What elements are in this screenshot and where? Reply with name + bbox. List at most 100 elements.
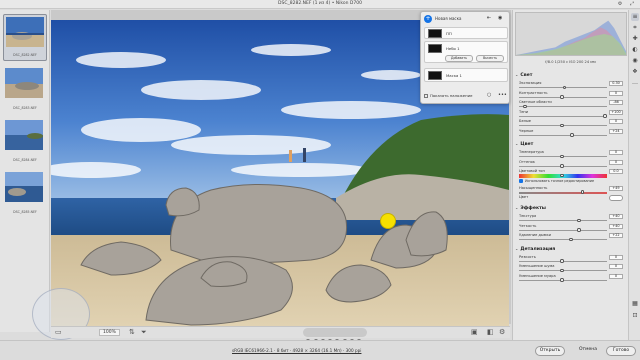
slider-track[interactable] (519, 239, 607, 240)
slider-handle[interactable] (560, 278, 564, 282)
done-button[interactable]: Готово (606, 346, 636, 356)
filter-icon[interactable]: ⏷ (141, 328, 147, 337)
heal-tool-icon[interactable]: ✚ (631, 35, 639, 43)
mask-thumbnail (428, 44, 442, 53)
visibility-eye-icon[interactable]: ◉ (498, 15, 502, 21)
slider-label: Уменьшение шума (519, 264, 555, 268)
settings-gear-icon[interactable]: ⚙ (618, 1, 622, 7)
crop-tool-icon[interactable]: ⌗ (631, 24, 639, 32)
slider-value-field[interactable]: 0 (609, 254, 623, 260)
slider-value-field[interactable]: 0 (609, 119, 623, 124)
slider-value-field[interactable]: 0 (609, 264, 623, 269)
edit-tool-icon[interactable]: ≡ (631, 13, 639, 21)
slider-value-field[interactable]: +40 (609, 214, 623, 219)
slider-handle[interactable] (562, 85, 567, 89)
slider-handle[interactable] (603, 114, 607, 118)
add-mask-button[interactable]: + (424, 15, 432, 23)
open-button[interactable]: Открыть (535, 346, 565, 356)
slider-value-field[interactable]: 0.0 (609, 169, 623, 174)
slider-handle[interactable] (560, 259, 564, 263)
snapshot-icon[interactable]: ⊡ (631, 312, 639, 320)
slider-value-field[interactable]: +40 (609, 223, 623, 229)
slider-row: Оттенок 0 (519, 159, 623, 169)
slider-value-field[interactable]: 0 (609, 273, 623, 279)
mask-row[interactable]: Небо 1 Добавить Вычесть (424, 41, 508, 63)
overlay-checkbox[interactable] (424, 94, 428, 98)
filmstrip-thumb[interactable]: DSC_8285.NEF (3, 170, 47, 217)
slider-track[interactable] (519, 220, 607, 221)
slider-handle[interactable] (523, 104, 527, 108)
section-header-light[interactable]: ⌄ Свет (515, 72, 623, 78)
fine-adjust-checkbox[interactable]: Использовать точное редактирование (519, 178, 623, 185)
before-after-icon[interactable]: ▣ (471, 328, 478, 336)
slider-handle[interactable] (560, 154, 564, 158)
settings-icon[interactable]: ⚙ (499, 328, 505, 336)
slider-value-field[interactable]: 0 (609, 150, 623, 155)
mask-row[interactable]: ПП (424, 27, 508, 39)
section-header-detail[interactable]: ⌄ Детализация (515, 246, 623, 252)
add-to-mask-button[interactable]: Добавить (445, 55, 473, 62)
filmstrip-thumb[interactable]: DSC_8283.NEF (3, 66, 47, 113)
section-header-color[interactable]: ⌄ Цвет (515, 141, 623, 147)
mask-row[interactable]: Маска 1 (424, 68, 508, 82)
slider-value-field[interactable]: +49 (609, 185, 623, 191)
fullscreen-icon[interactable]: ⤢ (630, 1, 634, 7)
rating-dots[interactable] (303, 328, 367, 343)
subtract-from-mask-button[interactable]: Вычесть (476, 55, 504, 62)
collapse-icon[interactable]: ⇤ (487, 15, 491, 21)
more-tool-icon[interactable]: … (631, 79, 639, 87)
slider-track[interactable] (519, 115, 607, 117)
slider-handle[interactable] (580, 190, 585, 194)
slider-handle[interactable] (560, 268, 564, 272)
grid-toggle-icon[interactable]: ▦ (631, 300, 639, 308)
compare-icon[interactable]: ◧ (487, 328, 494, 336)
sort-icon[interactable]: ⇅ (129, 328, 135, 336)
section-header-effects[interactable]: ⌄ Эффекты (515, 205, 623, 211)
slider-value-field[interactable]: +24 (609, 128, 623, 134)
slider-value-field[interactable]: 0.30 (609, 81, 623, 86)
slider-row: Тени +100 (519, 109, 623, 119)
chevron-down-icon[interactable]: ⌄ (515, 141, 518, 146)
presets-tool-icon[interactable]: ❖ (631, 68, 639, 76)
checkbox-checked-icon[interactable] (519, 178, 523, 183)
slider-handle[interactable] (560, 173, 564, 177)
slider-track[interactable] (519, 134, 607, 136)
filmstrip-thumb[interactable]: DSC_8284.NEF (3, 118, 47, 165)
slider-handle[interactable] (570, 133, 574, 137)
section-title: Детализация (520, 246, 556, 252)
slider-handle[interactable] (569, 237, 573, 241)
filmstrip-thumb[interactable]: DSC_8282.NEF (3, 14, 47, 61)
filmstrip-toggle-icon[interactable]: ▭ (55, 328, 62, 336)
zoom-level[interactable]: 100% (99, 329, 120, 336)
slider-track[interactable] (519, 106, 607, 107)
chevron-down-icon[interactable]: ⌄ (515, 246, 518, 251)
adjustments-scroll[interactable]: ⌄ Свет Экспозиция 0.30 Контрастность 0 Светлые… (515, 70, 627, 338)
slider-handle[interactable] (577, 218, 581, 222)
slider-value-field[interactable]: +22 (609, 233, 623, 238)
slider-handle[interactable] (560, 164, 564, 168)
slider-value-field[interactable]: 0 (609, 159, 623, 165)
slider-handle[interactable] (560, 95, 564, 99)
slider-track[interactable] (519, 191, 607, 194)
chevron-down-icon[interactable]: ⌄ (515, 205, 518, 210)
color-swatch[interactable] (609, 195, 623, 201)
slider-value-field[interactable]: 0 (609, 90, 623, 96)
overlay-color-icon[interactable]: ○ (487, 92, 491, 98)
slider-handle[interactable] (560, 123, 564, 127)
more-options-icon[interactable]: ••• (498, 92, 507, 98)
section-title: Свет (520, 73, 533, 78)
cancel-button[interactable]: Отмена (574, 346, 602, 356)
slider-value-field[interactable]: +100 (609, 109, 623, 115)
slider-track[interactable] (519, 229, 607, 231)
mask-tool-icon[interactable]: ◐ (631, 46, 639, 54)
slider-value-field[interactable]: -86 (609, 100, 623, 105)
edit-panel: f/8.0 1/250 с ISO 200 24 мм ⌄ Свет Экспози… (512, 10, 628, 340)
slider-row: Текстура +40 (519, 214, 623, 223)
redeye-tool-icon[interactable]: ◉ (631, 57, 639, 65)
chevron-down-icon[interactable]: ⌄ (515, 72, 518, 77)
thumb-image (5, 120, 43, 150)
slider-handle[interactable] (577, 228, 581, 232)
workflow-options-link[interactable]: sRGB IEC61966-2.1 · 8 бит · 4928 × 3264 … (232, 348, 361, 353)
mask-panel-header: Новая маска (435, 16, 462, 21)
slider-row: Экспозиция 0.30 (519, 81, 623, 90)
